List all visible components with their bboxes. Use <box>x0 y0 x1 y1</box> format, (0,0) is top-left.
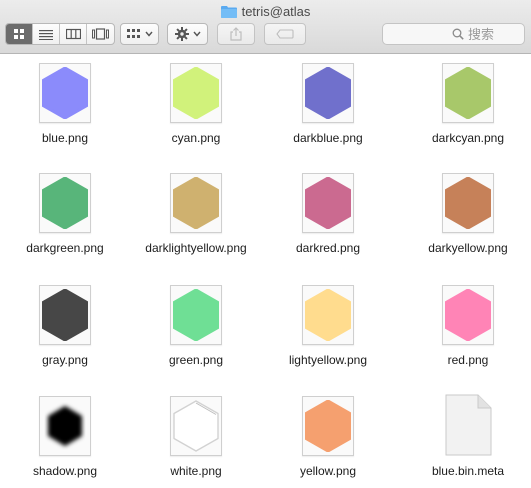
file-name-label: red.png <box>447 353 489 367</box>
file-thumbnail <box>39 173 91 233</box>
file-item[interactable]: darkred.png <box>263 165 393 265</box>
file-item[interactable]: white.png <box>131 388 261 488</box>
file-thumbnail <box>39 396 91 456</box>
chevron-down-icon <box>192 31 201 37</box>
hexagon-tile-icon <box>305 289 351 341</box>
white-tile-icon <box>173 400 219 452</box>
arrange-grid-icon <box>126 29 140 38</box>
file-thumbnail <box>442 173 494 233</box>
file-item[interactable]: red.png <box>403 277 531 377</box>
file-thumbnail <box>302 173 354 233</box>
file-item[interactable]: lightyellow.png <box>263 277 393 377</box>
file-name-label: cyan.png <box>171 131 221 145</box>
file-item[interactable]: darkcyan.png <box>403 55 531 155</box>
window-title: tetris@atlas <box>241 3 311 19</box>
file-item[interactable]: green.png <box>131 277 261 377</box>
file-name-label: darkblue.png <box>293 131 363 145</box>
file-item[interactable]: blue.png <box>0 55 130 155</box>
column-view-button[interactable] <box>60 24 87 44</box>
hexagon-tile-icon <box>42 67 88 119</box>
hexagon-tile-icon <box>305 400 351 452</box>
chevron-down-icon <box>144 31 153 37</box>
tags-button[interactable] <box>264 23 306 45</box>
hexagon-tile-icon <box>173 67 219 119</box>
file-item[interactable]: darkblue.png <box>263 55 393 155</box>
hexagon-tile-icon <box>173 289 219 341</box>
shadow-tile-icon <box>48 406 82 446</box>
file-name-label: gray.png <box>42 353 88 367</box>
file-thumbnail <box>442 285 494 345</box>
file-name-label: green.png <box>168 353 224 367</box>
search-icon <box>452 28 464 40</box>
file-thumbnail <box>170 396 222 456</box>
file-name-label: darkyellow.png <box>428 241 508 255</box>
file-item[interactable]: yellow.png <box>263 388 393 488</box>
file-name-label: blue.bin.meta <box>431 464 505 478</box>
document-icon <box>445 394 492 456</box>
file-name-label: blue.png <box>41 131 89 145</box>
coverflow-view-button[interactable] <box>87 24 114 44</box>
hexagon-tile-icon <box>42 289 88 341</box>
file-item[interactable]: shadow.png <box>0 388 130 488</box>
file-item[interactable]: blue.bin.meta <box>403 388 531 488</box>
file-item[interactable]: darklightyellow.png <box>131 165 261 265</box>
view-mode-control <box>5 23 115 45</box>
arrange-button[interactable] <box>120 23 159 45</box>
file-item[interactable]: cyan.png <box>131 55 261 155</box>
columns-icon <box>65 28 81 40</box>
file-thumbnail <box>442 63 494 123</box>
file-thumbnail <box>170 173 222 233</box>
file-item[interactable]: gray.png <box>0 277 130 377</box>
file-thumbnail <box>170 285 222 345</box>
file-thumbnail <box>302 285 354 345</box>
list-icon <box>39 30 53 40</box>
hexagon-tile-icon <box>173 177 219 229</box>
folder-icon <box>220 5 237 18</box>
file-item[interactable]: darkgreen.png <box>0 165 130 265</box>
grid-icon <box>14 29 24 39</box>
file-name-label: shadow.png <box>32 464 98 478</box>
file-name-label: yellow.png <box>299 464 357 478</box>
file-icon-grid: blue.png cyan.png darkblue.png darkcyan.png… <box>0 55 531 488</box>
search-field[interactable] <box>382 23 525 45</box>
file-item[interactable]: darkyellow.png <box>403 165 531 265</box>
search-input[interactable] <box>468 26 516 42</box>
tag-icon <box>276 29 294 39</box>
hexagon-tile-icon <box>305 67 351 119</box>
file-name-label: white.png <box>170 464 222 478</box>
hexagon-tile-icon <box>445 289 491 341</box>
hexagon-tile-icon <box>305 177 351 229</box>
file-name-label: darkred.png <box>295 241 361 255</box>
action-button[interactable] <box>167 23 208 45</box>
gear-icon <box>174 27 189 41</box>
file-thumbnail <box>39 63 91 123</box>
file-thumbnail <box>170 63 222 123</box>
window-title-bar: tetris@atlas <box>0 3 531 19</box>
file-name-label: lightyellow.png <box>288 353 368 367</box>
coverflow-icon <box>92 28 109 40</box>
file-name-label: darklightyellow.png <box>145 241 247 255</box>
hexagon-tile-icon <box>445 177 491 229</box>
share-icon <box>230 27 242 41</box>
hexagon-tile-icon <box>445 67 491 119</box>
finder-toolbar: tetris@atlas <box>0 0 531 54</box>
hexagon-tile-icon <box>42 177 88 229</box>
file-name-label: darkcyan.png <box>431 131 505 145</box>
share-button[interactable] <box>217 23 255 45</box>
icon-view-button[interactable] <box>6 24 33 44</box>
file-thumbnail <box>302 63 354 123</box>
file-thumbnail <box>302 396 354 456</box>
file-name-label: darkgreen.png <box>26 241 104 255</box>
list-view-button[interactable] <box>33 24 60 44</box>
file-thumbnail <box>39 285 91 345</box>
